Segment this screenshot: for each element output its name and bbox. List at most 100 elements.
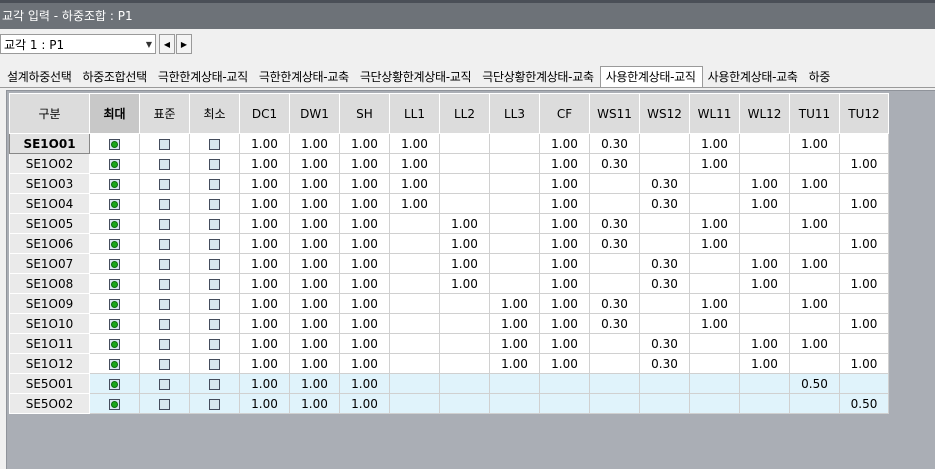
max-radio[interactable] [109,158,120,170]
factor-cell[interactable]: 0.30 [589,153,640,174]
min-radio[interactable] [209,298,220,310]
factor-cell[interactable] [689,353,740,374]
factor-cell[interactable] [639,213,690,234]
prev-button[interactable]: ◀ [159,34,175,54]
factor-cell[interactable]: 1.00 [289,373,340,394]
factor-cell[interactable]: 1.00 [289,273,340,294]
min-radio[interactable] [209,138,220,150]
factor-cell[interactable]: 0.30 [589,313,640,334]
min-radio[interactable] [209,278,220,290]
row-name[interactable]: SE1O06 [9,233,90,254]
factor-cell[interactable]: 1.00 [239,253,290,274]
factor-cell[interactable] [689,333,740,354]
factor-cell[interactable] [639,373,690,394]
factor-cell[interactable] [839,133,889,154]
row-name[interactable]: SE5O02 [9,393,90,414]
min-radio[interactable] [209,158,220,170]
factor-cell[interactable]: 0.30 [589,233,640,254]
standard-radio[interactable] [159,278,170,290]
factor-cell[interactable] [589,373,640,394]
standard-radio[interactable] [159,178,170,190]
column-header[interactable]: 최대 [89,93,140,134]
factor-cell[interactable]: 1.00 [789,213,840,234]
factor-cell[interactable]: 1.00 [239,213,290,234]
tab-3[interactable]: 극한한계상태-교축 [254,68,355,87]
factor-cell[interactable] [489,373,540,394]
row-name[interactable]: SE1O07 [9,253,90,274]
factor-cell[interactable] [839,293,889,314]
factor-cell[interactable] [739,393,790,414]
factor-cell[interactable] [639,153,690,174]
factor-cell[interactable] [739,233,790,254]
factor-cell[interactable] [589,253,640,274]
factor-cell[interactable] [439,293,490,314]
factor-cell[interactable] [589,173,640,194]
factor-cell[interactable]: 0.30 [589,293,640,314]
factor-cell[interactable] [489,233,540,254]
max-radio[interactable] [109,238,120,250]
min-radio[interactable] [209,178,220,190]
factor-cell[interactable] [489,153,540,174]
factor-cell[interactable]: 1.00 [289,213,340,234]
standard-radio[interactable] [159,198,170,210]
row-name[interactable]: SE5O01 [9,373,90,394]
min-radio[interactable] [209,378,220,390]
row-name[interactable]: SE1O03 [9,173,90,194]
factor-cell[interactable]: 1.00 [539,273,590,294]
tab-0[interactable]: 설계하중선택 [2,68,77,87]
factor-cell[interactable]: 1.00 [289,153,340,174]
factor-cell[interactable] [439,353,490,374]
factor-cell[interactable] [389,233,440,254]
factor-cell[interactable]: 1.00 [689,213,740,234]
factor-cell[interactable] [389,253,440,274]
factor-cell[interactable] [789,233,840,254]
factor-cell[interactable] [439,153,490,174]
factor-cell[interactable] [789,153,840,174]
factor-cell[interactable]: 1.00 [239,373,290,394]
factor-cell[interactable] [439,393,490,414]
factor-cell[interactable] [389,373,440,394]
factor-cell[interactable] [639,313,690,334]
factor-cell[interactable] [489,193,540,214]
factor-cell[interactable] [489,173,540,194]
factor-cell[interactable]: 1.00 [439,233,490,254]
factor-cell[interactable]: 1.00 [289,353,340,374]
factor-cell[interactable]: 1.00 [689,293,740,314]
factor-cell[interactable] [739,213,790,234]
factor-cell[interactable] [689,273,740,294]
factor-cell[interactable] [439,173,490,194]
factor-cell[interactable] [839,173,889,194]
factor-cell[interactable]: 1.00 [339,153,390,174]
tab-7[interactable]: 사용한계상태-교축 [703,68,804,87]
factor-cell[interactable]: 1.00 [239,173,290,194]
max-radio[interactable] [109,178,120,190]
factor-cell[interactable]: 1.00 [489,353,540,374]
factor-cell[interactable] [489,393,540,414]
row-name[interactable]: SE1O01 [9,133,90,154]
max-radio[interactable] [109,318,120,330]
factor-cell[interactable]: 1.00 [389,153,440,174]
factor-cell[interactable] [439,313,490,334]
row-name[interactable]: SE1O10 [9,313,90,334]
min-radio[interactable] [209,238,220,250]
factor-cell[interactable] [589,353,640,374]
factor-cell[interactable] [389,293,440,314]
row-name[interactable]: SE1O05 [9,213,90,234]
factor-cell[interactable]: 1.00 [839,273,889,294]
factor-cell[interactable] [839,373,889,394]
factor-cell[interactable]: 1.00 [789,253,840,274]
max-radio[interactable] [109,218,120,230]
factor-cell[interactable] [789,353,840,374]
factor-cell[interactable]: 1.00 [239,353,290,374]
standard-radio[interactable] [159,318,170,330]
factor-cell[interactable]: 1.00 [289,133,340,154]
tab-6[interactable]: 사용한계상태-교직 [599,66,703,87]
factor-cell[interactable]: 1.00 [489,313,540,334]
factor-cell[interactable] [689,373,740,394]
row-name[interactable]: SE1O04 [9,193,90,214]
factor-cell[interactable]: 1.00 [239,333,290,354]
factor-cell[interactable]: 1.00 [489,333,540,354]
standard-radio[interactable] [159,398,170,410]
factor-cell[interactable]: 0.30 [639,273,690,294]
factor-cell[interactable]: 0.30 [589,213,640,234]
